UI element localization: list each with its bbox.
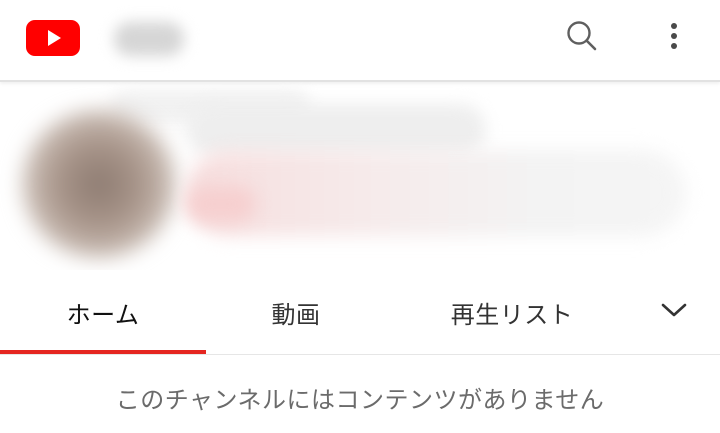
blurred-channel-title bbox=[114, 22, 184, 56]
more-vert-icon bbox=[666, 18, 682, 58]
tab-playlists[interactable]: 再生リスト bbox=[386, 272, 638, 352]
blurred-subscribe-area bbox=[186, 186, 256, 222]
blurred-channel-name bbox=[186, 104, 486, 156]
youtube-channel-page: ホーム 動画 再生リスト このチャンネルにはコンテンツがありません bbox=[0, 0, 720, 433]
tab-label: ホーム bbox=[66, 300, 140, 329]
tab-home[interactable]: ホーム bbox=[0, 272, 206, 352]
chevron-down-icon bbox=[659, 300, 689, 324]
channel-tabs: ホーム 動画 再生リスト bbox=[0, 272, 720, 355]
active-tab-indicator bbox=[0, 350, 206, 354]
search-button[interactable] bbox=[558, 14, 606, 62]
more-options-button[interactable] bbox=[650, 14, 698, 62]
blurred-channel-info bbox=[186, 150, 686, 236]
empty-state-message: このチャンネルにはコンテンツがありません bbox=[115, 386, 605, 414]
top-app-bar bbox=[0, 0, 720, 82]
channel-header bbox=[0, 82, 720, 270]
tab-videos[interactable]: 動画 bbox=[206, 272, 386, 352]
tab-label: 再生リスト bbox=[450, 300, 574, 329]
tabs-more-button[interactable] bbox=[648, 288, 700, 336]
search-icon bbox=[564, 18, 600, 58]
tab-label: 動画 bbox=[271, 300, 321, 329]
youtube-logo-icon[interactable] bbox=[26, 20, 80, 56]
avatar[interactable] bbox=[22, 110, 176, 258]
